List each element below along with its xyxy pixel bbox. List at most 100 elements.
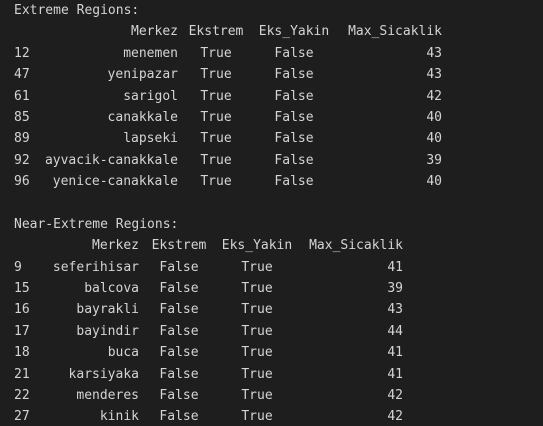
cell-max-sicaklik: 41 [387, 259, 403, 275]
cell-merkez: ayvacik-canakkale [44, 152, 178, 168]
table-row: 22 menderes False True 42 [14, 385, 543, 406]
row-index: 16 [14, 302, 30, 318]
col-header-max-sicaklik: Max_Sicaklik [348, 24, 442, 40]
col-header-eks-yakin: Eks_Yakin [258, 24, 330, 40]
cell-eks-yakin: False [274, 152, 314, 168]
cell-max-sicaklik: 43 [387, 302, 403, 318]
table-row: 85 canakkale True False 40 [14, 107, 543, 128]
row-index: 89 [14, 131, 30, 147]
cell-ekstrem: False [159, 366, 199, 382]
row-index: 96 [14, 174, 30, 190]
row-index: 47 [14, 67, 30, 83]
cell-ekstrem: True [200, 109, 232, 125]
cell-eks-yakin: True [241, 345, 273, 361]
table-row: 92 ayvacik-canakkale True False 39 [14, 150, 543, 171]
table-row: 89 lapseki True False 40 [14, 128, 543, 149]
cell-merkez: balcova [84, 281, 139, 297]
cell-eks-yakin: False [274, 67, 314, 83]
row-index: 9 [14, 259, 22, 275]
cell-eks-yakin: True [241, 302, 273, 318]
row-index: 22 [14, 388, 30, 404]
cell-max-sicaklik: 42 [387, 409, 403, 425]
cell-ekstrem: False [159, 345, 199, 361]
col-header-ekstrem: Ekstrem [188, 24, 244, 40]
table-row: 16 bayrakli False True 43 [14, 299, 543, 320]
cell-merkez: yenice-canakkale [52, 174, 178, 190]
cell-eks-yakin: True [241, 388, 273, 404]
table-header: Merkez Ekstrem Eks_Yakin Max_Sicaklik [14, 235, 543, 256]
cell-merkez: bayrakli [76, 302, 139, 318]
cell-output: Extreme Regions: Merkez Ekstrem Eks_Yaki… [0, 0, 543, 426]
cell-merkez: karsiyaka [68, 366, 139, 382]
table-row: 47 yenipazar True False 43 [14, 64, 543, 85]
row-index: 85 [14, 109, 30, 125]
table-row: 27 kinik False True 42 [14, 406, 543, 426]
table-row: 61 sarigol True False 42 [14, 86, 543, 107]
row-index: 61 [14, 88, 30, 104]
cell-merkez: menderes [76, 388, 139, 404]
col-header-merkez: Merkez [131, 24, 178, 40]
row-index: 21 [14, 366, 30, 382]
cell-ekstrem: False [159, 323, 199, 339]
table-row: 15 balcova False True 39 [14, 278, 543, 299]
cell-eks-yakin: False [274, 131, 314, 147]
cell-eks-yakin: True [241, 259, 273, 275]
cell-eks-yakin: False [274, 174, 314, 190]
cell-ekstrem: True [200, 45, 232, 61]
cell-eks-yakin: True [241, 281, 273, 297]
cell-merkez: sarigol [123, 88, 178, 104]
row-index: 12 [14, 45, 30, 61]
extreme-table: Merkez Ekstrem Eks_Yakin Max_Sicaklik 12… [14, 21, 543, 192]
cell-max-sicaklik: 41 [387, 345, 403, 361]
cell-eks-yakin: False [274, 45, 314, 61]
cell-merkez: lapseki [123, 131, 178, 147]
cell-ekstrem: False [159, 302, 199, 318]
cell-merkez: canakkale [107, 109, 178, 125]
cell-ekstrem: False [159, 259, 199, 275]
cell-ekstrem: False [159, 409, 199, 425]
row-index: 17 [14, 323, 30, 339]
cell-max-sicaklik: 40 [426, 109, 442, 125]
cell-merkez: buca [107, 345, 139, 361]
col-header-eks-yakin: Eks_Yakin [221, 238, 293, 254]
cell-ekstrem: True [200, 67, 232, 83]
cell-max-sicaklik: 39 [426, 152, 442, 168]
cell-eks-yakin: True [241, 366, 273, 382]
cell-max-sicaklik: 40 [426, 131, 442, 147]
cell-merkez: kinik [99, 409, 139, 425]
table-row: 18 buca False True 41 [14, 342, 543, 363]
cell-ekstrem: False [159, 388, 199, 404]
cell-ekstrem: True [200, 131, 232, 147]
table-header: Merkez Ekstrem Eks_Yakin Max_Sicaklik [14, 21, 543, 42]
cell-merkez: bayindir [76, 323, 139, 339]
table-row: 96 yenice-canakkale True False 40 [14, 171, 543, 192]
cell-ekstrem: True [200, 174, 232, 190]
col-header-max-sicaklik: Max_Sicaklik [309, 238, 403, 254]
cell-max-sicaklik: 44 [387, 323, 403, 339]
near-extreme-title: Near-Extreme Regions: [14, 216, 179, 232]
table-row: 17 bayindir False True 44 [14, 321, 543, 342]
cell-max-sicaklik: 41 [387, 366, 403, 382]
cell-ekstrem: False [159, 281, 199, 297]
cell-max-sicaklik: 40 [426, 174, 442, 190]
cell-ekstrem: True [200, 152, 232, 168]
cell-eks-yakin: False [274, 109, 314, 125]
cell-eks-yakin: False [274, 88, 314, 104]
row-index: 18 [14, 345, 30, 361]
col-header-merkez: Merkez [92, 238, 139, 254]
cell-ekstrem: True [200, 88, 232, 104]
cell-max-sicaklik: 42 [426, 88, 442, 104]
table-row: 9 seferihisar False True 41 [14, 257, 543, 278]
row-index: 15 [14, 281, 30, 297]
cell-eks-yakin: True [241, 409, 273, 425]
cell-merkez: seferihisar [52, 259, 139, 275]
row-index: 92 [14, 152, 30, 168]
cell-max-sicaklik: 42 [387, 388, 403, 404]
table-row: 12 menemen True False 43 [14, 43, 543, 64]
cell-eks-yakin: True [241, 323, 273, 339]
cell-merkez: menemen [123, 45, 178, 61]
cell-max-sicaklik: 43 [426, 45, 442, 61]
table-row: 21 karsiyaka False True 41 [14, 364, 543, 385]
cell-merkez: yenipazar [107, 67, 178, 83]
